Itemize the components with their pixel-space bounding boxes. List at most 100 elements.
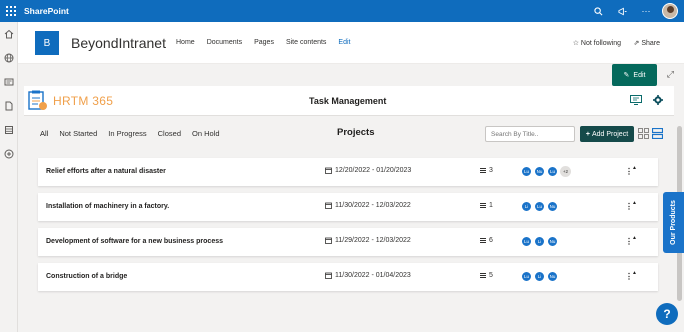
- date-range: 11/30/2022 - 01/04/2023: [335, 272, 411, 279]
- megaphone-icon[interactable]: [610, 0, 634, 22]
- filter-all[interactable]: All: [40, 129, 48, 138]
- our-products-label: Our Products: [670, 200, 678, 245]
- more-icon[interactable]: ···: [634, 0, 658, 22]
- member-avatar[interactable]: Lu: [547, 166, 558, 177]
- more-members-badge[interactable]: +2: [560, 166, 571, 177]
- member-avatar[interactable]: Lu: [521, 166, 532, 177]
- member-avatar[interactable]: Nu: [547, 236, 558, 247]
- left-rail: [0, 22, 18, 332]
- site-logo[interactable]: B: [35, 31, 59, 55]
- site-nav: Home Documents Pages Site contents Edit: [176, 39, 362, 46]
- project-dates: 11/30/2022 - 12/03/2022: [325, 202, 411, 209]
- caret-up-icon[interactable]: ▲: [632, 200, 637, 206]
- expand-icon[interactable]: ⤢: [667, 69, 674, 80]
- filter-closed[interactable]: Closed: [158, 129, 181, 138]
- calendar-icon: [325, 237, 332, 244]
- project-row[interactable]: Construction of a bridge 11/30/2022 - 01/…: [38, 263, 658, 291]
- feedback-icon[interactable]: [630, 95, 642, 105]
- pencil-icon: ✎: [623, 72, 630, 79]
- status-filters: All Not Started In Progress Closed On Ho…: [40, 129, 231, 138]
- task-count-value: 1: [489, 202, 493, 209]
- project-name[interactable]: Installation of machinery in a factory.: [46, 203, 169, 210]
- hrtm-logo-icon: [28, 90, 47, 110]
- task-list-icon: [480, 167, 486, 174]
- search-input[interactable]: [485, 126, 575, 142]
- task-list-icon: [480, 272, 486, 279]
- task-count-value: 5: [489, 272, 493, 279]
- project-name[interactable]: Relief efforts after a natural disaster: [46, 168, 166, 175]
- project-dates: 12/20/2022 - 01/20/2023: [325, 167, 411, 174]
- task-count: 1: [480, 202, 493, 209]
- nav-site-contents[interactable]: Site contents: [286, 39, 326, 46]
- calendar-icon: [325, 167, 332, 174]
- list-icon[interactable]: [0, 118, 17, 142]
- app-title: Task Management: [309, 96, 387, 106]
- list-view-icon[interactable]: [652, 128, 663, 139]
- nav-edit[interactable]: Edit: [338, 39, 350, 46]
- task-count: 5: [480, 272, 493, 279]
- file-icon[interactable]: [0, 94, 17, 118]
- avatar[interactable]: [662, 3, 678, 19]
- share-label: Share: [641, 40, 660, 47]
- member-avatar[interactable]: Li: [534, 236, 545, 247]
- project-name[interactable]: Development of software for a new busine…: [46, 238, 223, 245]
- globe-icon[interactable]: [0, 46, 17, 70]
- projects-title: Projects: [337, 127, 375, 138]
- caret-up-icon[interactable]: ▲: [632, 270, 637, 276]
- nav-home[interactable]: Home: [176, 39, 195, 46]
- task-list-icon: [480, 202, 486, 209]
- share-icon: ⇗: [633, 40, 640, 47]
- help-button[interactable]: ?: [656, 303, 678, 325]
- follow-button[interactable]: ☆ Not following: [573, 39, 621, 47]
- calendar-icon: [325, 202, 332, 209]
- follow-label: Not following: [580, 40, 621, 47]
- member-avatar[interactable]: Nu: [547, 201, 558, 212]
- nav-documents[interactable]: Documents: [207, 39, 242, 46]
- member-avatar[interactable]: Nu: [534, 166, 545, 177]
- member-avatars: Lu Nu Lu +2: [521, 166, 571, 177]
- member-avatar[interactable]: Lu: [534, 201, 545, 212]
- member-avatar[interactable]: Li: [521, 201, 532, 212]
- member-avatar[interactable]: Li: [534, 271, 545, 282]
- project-list: Relief efforts after a natural disaster 1…: [38, 158, 658, 298]
- filter-in-progress[interactable]: In Progress: [108, 129, 146, 138]
- member-avatar[interactable]: Nu: [547, 271, 558, 282]
- home-icon[interactable]: [0, 22, 17, 46]
- member-avatars: Lu Li Nu: [521, 271, 560, 282]
- member-avatar[interactable]: Lu: [521, 236, 532, 247]
- news-icon[interactable]: [0, 70, 17, 94]
- search-icon[interactable]: [586, 0, 610, 22]
- member-avatar[interactable]: Lu: [521, 271, 532, 282]
- task-count: 6: [480, 237, 493, 244]
- grid-view-icon[interactable]: [638, 128, 649, 139]
- caret-up-icon[interactable]: ▲: [632, 235, 637, 241]
- add-icon[interactable]: [0, 142, 17, 166]
- plus-icon: +: [585, 130, 590, 138]
- suite-bar: SharePoint ···: [0, 0, 684, 22]
- settings-icon[interactable]: [653, 95, 663, 105]
- project-row[interactable]: Installation of machinery in a factory. 1…: [38, 193, 658, 221]
- suite-title[interactable]: SharePoint: [24, 6, 69, 16]
- waffle-icon[interactable]: [0, 0, 22, 22]
- project-name[interactable]: Construction of a bridge: [46, 273, 127, 280]
- project-row[interactable]: Development of software for a new busine…: [38, 228, 658, 256]
- nav-pages[interactable]: Pages: [254, 39, 274, 46]
- site-name[interactable]: BeyondIntranet: [71, 35, 166, 51]
- project-dates: 11/29/2022 - 12/03/2022: [325, 237, 411, 244]
- member-avatars: Lu Li Nu: [521, 236, 560, 247]
- site-header: B BeyondIntranet Home Documents Pages Si…: [18, 22, 684, 64]
- our-products-tab[interactable]: Our Products: [663, 192, 684, 253]
- brand-name: HRTM 365: [53, 94, 114, 108]
- project-dates: 11/30/2022 - 01/04/2023: [325, 272, 411, 279]
- filter-on-hold[interactable]: On Hold: [192, 129, 220, 138]
- page-edit-button[interactable]: ✎ Edit: [612, 64, 657, 86]
- task-count: 3: [480, 167, 493, 174]
- date-range: 11/30/2022 - 12/03/2022: [335, 202, 411, 209]
- caret-up-icon[interactable]: ▲: [632, 165, 637, 171]
- share-button[interactable]: ⇗ Share: [633, 39, 660, 47]
- member-avatars: Li Lu Nu: [521, 201, 560, 212]
- command-strip: ✎ Edit ⤢: [18, 64, 684, 86]
- project-row[interactable]: Relief efforts after a natural disaster 1…: [38, 158, 658, 186]
- add-project-button[interactable]: + Add Project: [580, 126, 634, 142]
- filter-not-started[interactable]: Not Started: [59, 129, 97, 138]
